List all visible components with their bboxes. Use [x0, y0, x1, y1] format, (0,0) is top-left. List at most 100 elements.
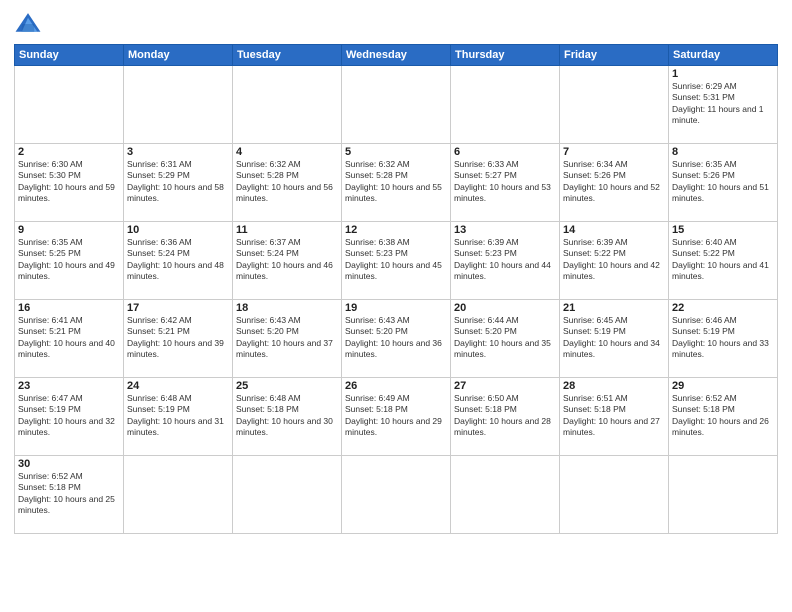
day-number: 6	[454, 146, 556, 158]
day-info: Sunrise: 6:52 AM Sunset: 5:18 PM Dayligh…	[18, 471, 120, 517]
day-info: Sunrise: 6:33 AM Sunset: 5:27 PM Dayligh…	[454, 159, 556, 205]
week-row-1: 2Sunrise: 6:30 AM Sunset: 5:30 PM Daylig…	[15, 144, 778, 222]
day-cell: 28Sunrise: 6:51 AM Sunset: 5:18 PM Dayli…	[560, 378, 669, 456]
day-number: 8	[672, 146, 774, 158]
day-cell: 3Sunrise: 6:31 AM Sunset: 5:29 PM Daylig…	[124, 144, 233, 222]
day-cell: 25Sunrise: 6:48 AM Sunset: 5:18 PM Dayli…	[233, 378, 342, 456]
week-row-5: 30Sunrise: 6:52 AM Sunset: 5:18 PM Dayli…	[15, 456, 778, 534]
day-cell: 21Sunrise: 6:45 AM Sunset: 5:19 PM Dayli…	[560, 300, 669, 378]
day-cell	[669, 456, 778, 534]
weekday-friday: Friday	[560, 45, 669, 66]
day-number: 30	[18, 458, 120, 470]
day-info: Sunrise: 6:39 AM Sunset: 5:23 PM Dayligh…	[454, 237, 556, 283]
day-cell: 27Sunrise: 6:50 AM Sunset: 5:18 PM Dayli…	[451, 378, 560, 456]
day-info: Sunrise: 6:29 AM Sunset: 5:31 PM Dayligh…	[672, 81, 774, 127]
day-info: Sunrise: 6:38 AM Sunset: 5:23 PM Dayligh…	[345, 237, 447, 283]
day-cell: 19Sunrise: 6:43 AM Sunset: 5:20 PM Dayli…	[342, 300, 451, 378]
day-cell	[451, 66, 560, 144]
calendar: SundayMondayTuesdayWednesdayThursdayFrid…	[14, 44, 778, 534]
day-number: 17	[127, 302, 229, 314]
day-cell: 12Sunrise: 6:38 AM Sunset: 5:23 PM Dayli…	[342, 222, 451, 300]
day-cell: 15Sunrise: 6:40 AM Sunset: 5:22 PM Dayli…	[669, 222, 778, 300]
day-number: 12	[345, 224, 447, 236]
day-info: Sunrise: 6:52 AM Sunset: 5:18 PM Dayligh…	[672, 393, 774, 439]
day-cell: 5Sunrise: 6:32 AM Sunset: 5:28 PM Daylig…	[342, 144, 451, 222]
day-number: 20	[454, 302, 556, 314]
day-cell: 2Sunrise: 6:30 AM Sunset: 5:30 PM Daylig…	[15, 144, 124, 222]
weekday-saturday: Saturday	[669, 45, 778, 66]
weekday-sunday: Sunday	[15, 45, 124, 66]
day-cell: 13Sunrise: 6:39 AM Sunset: 5:23 PM Dayli…	[451, 222, 560, 300]
weekday-tuesday: Tuesday	[233, 45, 342, 66]
weekday-header-row: SundayMondayTuesdayWednesdayThursdayFrid…	[15, 45, 778, 66]
day-cell	[124, 66, 233, 144]
day-info: Sunrise: 6:43 AM Sunset: 5:20 PM Dayligh…	[236, 315, 338, 361]
day-info: Sunrise: 6:34 AM Sunset: 5:26 PM Dayligh…	[563, 159, 665, 205]
day-number: 10	[127, 224, 229, 236]
day-number: 1	[672, 68, 774, 80]
day-cell: 29Sunrise: 6:52 AM Sunset: 5:18 PM Dayli…	[669, 378, 778, 456]
day-number: 4	[236, 146, 338, 158]
day-number: 26	[345, 380, 447, 392]
day-cell	[233, 456, 342, 534]
day-info: Sunrise: 6:40 AM Sunset: 5:22 PM Dayligh…	[672, 237, 774, 283]
day-cell: 24Sunrise: 6:48 AM Sunset: 5:19 PM Dayli…	[124, 378, 233, 456]
page: SundayMondayTuesdayWednesdayThursdayFrid…	[0, 0, 792, 612]
day-cell	[342, 66, 451, 144]
day-number: 18	[236, 302, 338, 314]
day-info: Sunrise: 6:45 AM Sunset: 5:19 PM Dayligh…	[563, 315, 665, 361]
day-info: Sunrise: 6:50 AM Sunset: 5:18 PM Dayligh…	[454, 393, 556, 439]
day-number: 21	[563, 302, 665, 314]
day-cell: 22Sunrise: 6:46 AM Sunset: 5:19 PM Dayli…	[669, 300, 778, 378]
day-number: 25	[236, 380, 338, 392]
day-number: 13	[454, 224, 556, 236]
weekday-thursday: Thursday	[451, 45, 560, 66]
day-info: Sunrise: 6:41 AM Sunset: 5:21 PM Dayligh…	[18, 315, 120, 361]
day-cell: 20Sunrise: 6:44 AM Sunset: 5:20 PM Dayli…	[451, 300, 560, 378]
day-number: 11	[236, 224, 338, 236]
day-cell	[342, 456, 451, 534]
day-cell: 1Sunrise: 6:29 AM Sunset: 5:31 PM Daylig…	[669, 66, 778, 144]
day-number: 7	[563, 146, 665, 158]
week-row-3: 16Sunrise: 6:41 AM Sunset: 5:21 PM Dayli…	[15, 300, 778, 378]
day-info: Sunrise: 6:49 AM Sunset: 5:18 PM Dayligh…	[345, 393, 447, 439]
day-number: 22	[672, 302, 774, 314]
day-info: Sunrise: 6:32 AM Sunset: 5:28 PM Dayligh…	[345, 159, 447, 205]
day-cell: 18Sunrise: 6:43 AM Sunset: 5:20 PM Dayli…	[233, 300, 342, 378]
day-cell: 6Sunrise: 6:33 AM Sunset: 5:27 PM Daylig…	[451, 144, 560, 222]
day-cell: 16Sunrise: 6:41 AM Sunset: 5:21 PM Dayli…	[15, 300, 124, 378]
weekday-monday: Monday	[124, 45, 233, 66]
day-info: Sunrise: 6:39 AM Sunset: 5:22 PM Dayligh…	[563, 237, 665, 283]
day-cell: 7Sunrise: 6:34 AM Sunset: 5:26 PM Daylig…	[560, 144, 669, 222]
day-number: 9	[18, 224, 120, 236]
logo	[14, 10, 46, 38]
day-info: Sunrise: 6:37 AM Sunset: 5:24 PM Dayligh…	[236, 237, 338, 283]
day-cell: 14Sunrise: 6:39 AM Sunset: 5:22 PM Dayli…	[560, 222, 669, 300]
day-info: Sunrise: 6:35 AM Sunset: 5:25 PM Dayligh…	[18, 237, 120, 283]
day-cell: 26Sunrise: 6:49 AM Sunset: 5:18 PM Dayli…	[342, 378, 451, 456]
day-cell: 10Sunrise: 6:36 AM Sunset: 5:24 PM Dayli…	[124, 222, 233, 300]
day-number: 19	[345, 302, 447, 314]
day-cell	[233, 66, 342, 144]
day-cell: 11Sunrise: 6:37 AM Sunset: 5:24 PM Dayli…	[233, 222, 342, 300]
day-info: Sunrise: 6:48 AM Sunset: 5:19 PM Dayligh…	[127, 393, 229, 439]
day-info: Sunrise: 6:46 AM Sunset: 5:19 PM Dayligh…	[672, 315, 774, 361]
day-number: 23	[18, 380, 120, 392]
day-cell	[124, 456, 233, 534]
day-cell: 23Sunrise: 6:47 AM Sunset: 5:19 PM Dayli…	[15, 378, 124, 456]
day-number: 15	[672, 224, 774, 236]
day-info: Sunrise: 6:32 AM Sunset: 5:28 PM Dayligh…	[236, 159, 338, 205]
week-row-0: 1Sunrise: 6:29 AM Sunset: 5:31 PM Daylig…	[15, 66, 778, 144]
day-info: Sunrise: 6:44 AM Sunset: 5:20 PM Dayligh…	[454, 315, 556, 361]
day-cell: 9Sunrise: 6:35 AM Sunset: 5:25 PM Daylig…	[15, 222, 124, 300]
header	[14, 10, 778, 38]
day-info: Sunrise: 6:35 AM Sunset: 5:26 PM Dayligh…	[672, 159, 774, 205]
day-info: Sunrise: 6:47 AM Sunset: 5:19 PM Dayligh…	[18, 393, 120, 439]
week-row-2: 9Sunrise: 6:35 AM Sunset: 5:25 PM Daylig…	[15, 222, 778, 300]
day-number: 27	[454, 380, 556, 392]
day-info: Sunrise: 6:30 AM Sunset: 5:30 PM Dayligh…	[18, 159, 120, 205]
day-info: Sunrise: 6:31 AM Sunset: 5:29 PM Dayligh…	[127, 159, 229, 205]
day-cell: 30Sunrise: 6:52 AM Sunset: 5:18 PM Dayli…	[15, 456, 124, 534]
day-number: 2	[18, 146, 120, 158]
day-info: Sunrise: 6:42 AM Sunset: 5:21 PM Dayligh…	[127, 315, 229, 361]
